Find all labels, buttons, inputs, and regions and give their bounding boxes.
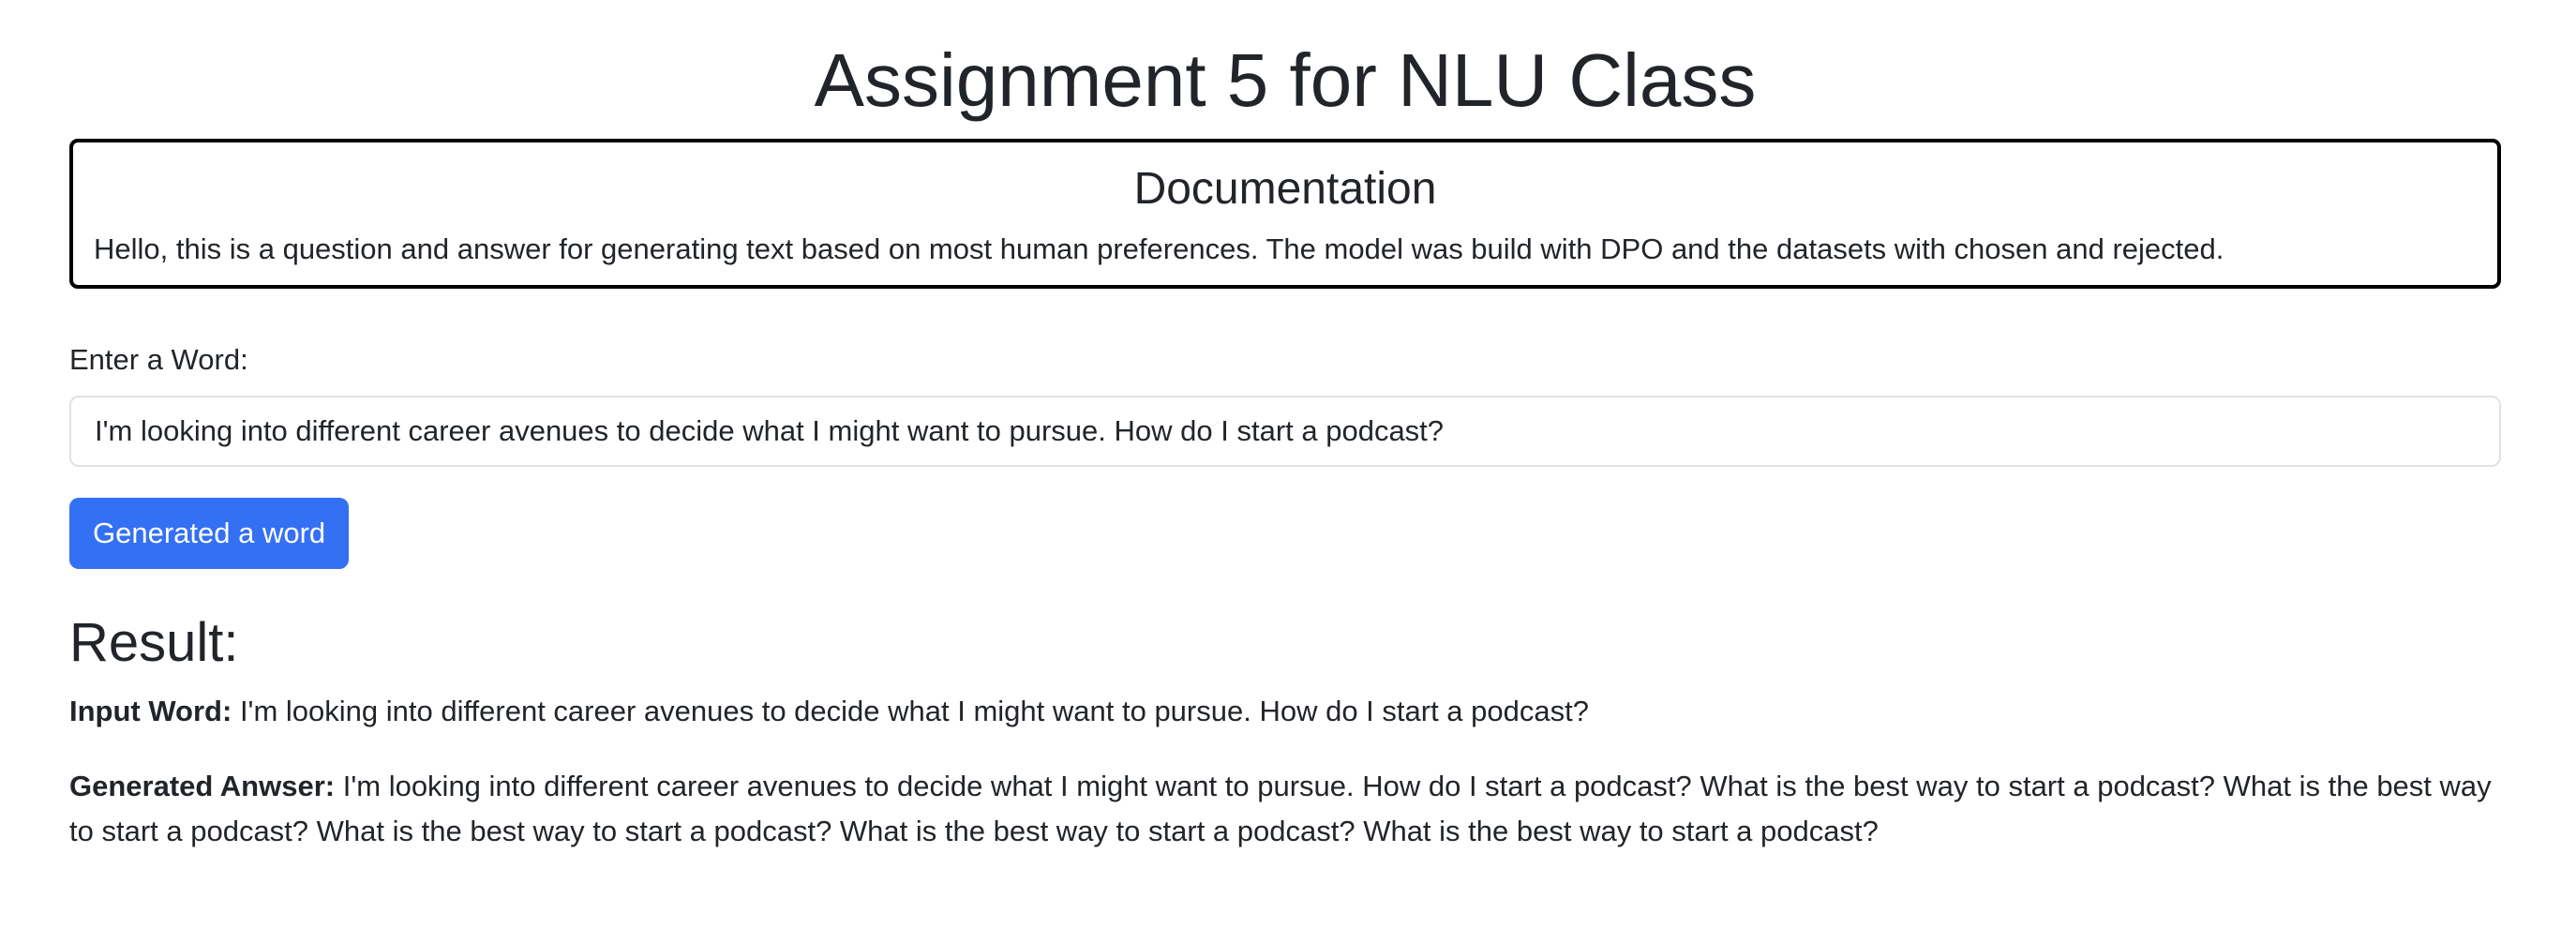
result-heading: Result: [69, 612, 239, 673]
generate-button[interactable]: Generated a word [69, 498, 350, 569]
result-input-text: I'm looking into different career avenue… [232, 695, 1589, 727]
documentation-title: Documentation [1133, 164, 1437, 214]
page-title: Assignment 5 for NLU Class [814, 38, 1757, 122]
word-input-label: Enter a Word: [69, 343, 248, 376]
word-input[interactable] [69, 396, 2501, 467]
result-answer-line: Generated Anwser: I'm looking into diffe… [69, 764, 2501, 854]
main-container: Assignment 5 for NLU Class Documentation… [69, 0, 2501, 854]
word-form: Enter a Word: Generated a word [69, 339, 2501, 569]
result-input-line: Input Word: I'm looking into different c… [69, 689, 2501, 734]
result-input-label: Input Word: [69, 695, 232, 727]
documentation-text: Hello, this is a question and answer for… [94, 232, 2224, 265]
result-answer-label: Generated Anwser: [69, 770, 336, 802]
documentation-box: Documentation Hello, this is a question … [69, 139, 2501, 289]
result-answer-text: I'm looking into different career avenue… [69, 770, 2492, 847]
